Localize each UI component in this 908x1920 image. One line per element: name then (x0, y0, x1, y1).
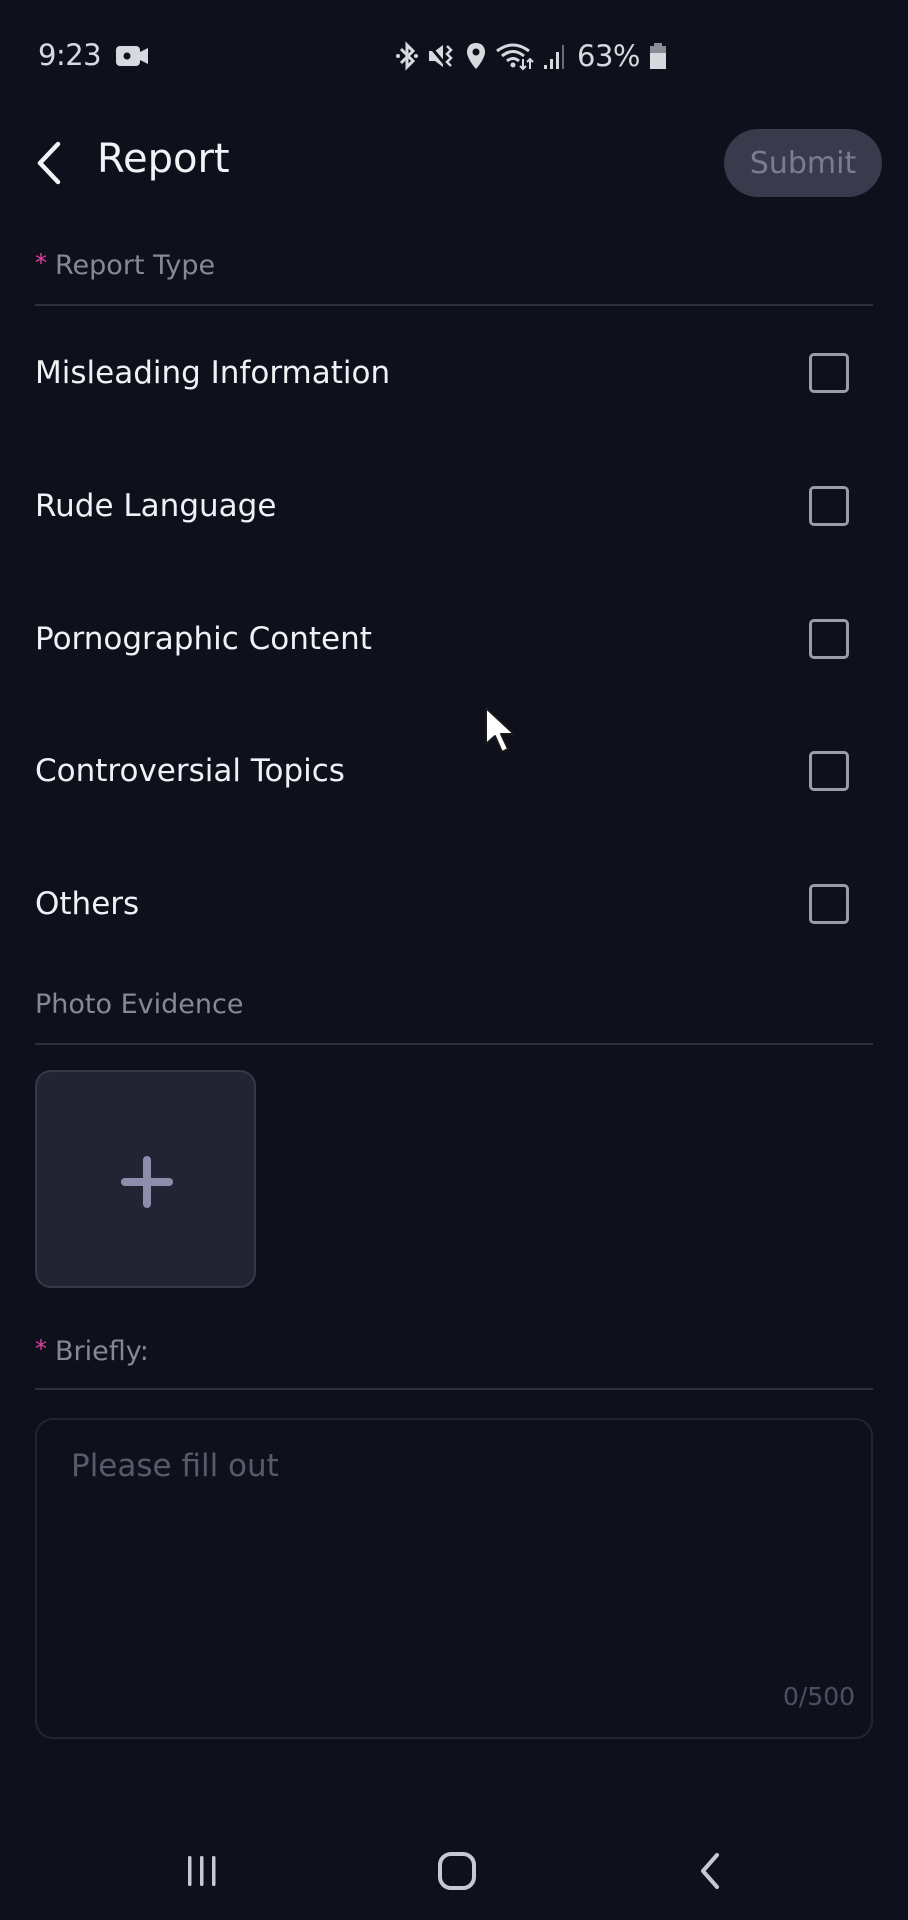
signal-icon (544, 45, 564, 69)
character-counter: 0/500 (782, 1682, 855, 1711)
briefly-label: * Briefly: (35, 1335, 149, 1367)
report-type-divider (35, 304, 873, 306)
required-asterisk: * (35, 249, 47, 277)
battery-percent: 63% (577, 39, 640, 73)
photo-evidence-divider (35, 1043, 873, 1045)
checkbox-others[interactable] (809, 884, 849, 924)
chevron-left-icon (37, 141, 61, 185)
status-time: 9:23 (38, 38, 102, 72)
option-label: Rude Language (35, 488, 277, 524)
option-label: Misleading Information (35, 355, 391, 391)
checkbox-controversial-topics[interactable] (809, 751, 849, 791)
description-field-wrapper: 0/500 (35, 1418, 873, 1739)
briefly-divider (35, 1388, 873, 1390)
option-pornographic-content[interactable]: Pornographic Content (0, 584, 908, 694)
option-misleading-information[interactable]: Misleading Information (0, 318, 908, 428)
home-button[interactable] (417, 1840, 497, 1902)
vibrate-icon (427, 44, 453, 70)
back-button[interactable] (30, 136, 70, 190)
system-back-button[interactable] (671, 1840, 751, 1902)
recents-button[interactable] (162, 1840, 242, 1902)
bluetooth-icon (396, 41, 418, 71)
mouse-pointer-icon (485, 707, 515, 753)
report-type-label: * Report Type (35, 249, 216, 281)
report-type-label-text: Report Type (55, 250, 216, 281)
photo-evidence-label: Photo Evidence (35, 989, 244, 1020)
recents-icon (188, 1856, 216, 1886)
option-label: Controversial Topics (35, 753, 345, 789)
checkbox-pornographic-content[interactable] (809, 619, 849, 659)
video-record-icon (116, 46, 148, 66)
wifi-icon (496, 43, 534, 71)
checkbox-misleading-information[interactable] (809, 353, 849, 393)
location-icon (467, 43, 485, 69)
add-photo-button[interactable] (35, 1070, 256, 1288)
checkbox-rude-language[interactable] (809, 486, 849, 526)
briefly-label-text: Briefly: (55, 1336, 149, 1367)
submit-button[interactable]: Submit (724, 129, 882, 197)
required-asterisk: * (35, 1335, 47, 1363)
home-icon (438, 1852, 476, 1890)
page-title: Report (97, 136, 230, 182)
back-icon (701, 1853, 719, 1889)
battery-icon (649, 43, 666, 69)
status-icons: 63% (395, 39, 668, 73)
option-label: Pornographic Content (35, 621, 372, 657)
option-controversial-topics[interactable]: Controversial Topics (0, 716, 908, 826)
option-rude-language[interactable]: Rude Language (0, 451, 908, 561)
description-textarea[interactable] (37, 1420, 871, 1737)
option-label: Others (35, 886, 140, 922)
option-others[interactable]: Others (0, 849, 908, 959)
